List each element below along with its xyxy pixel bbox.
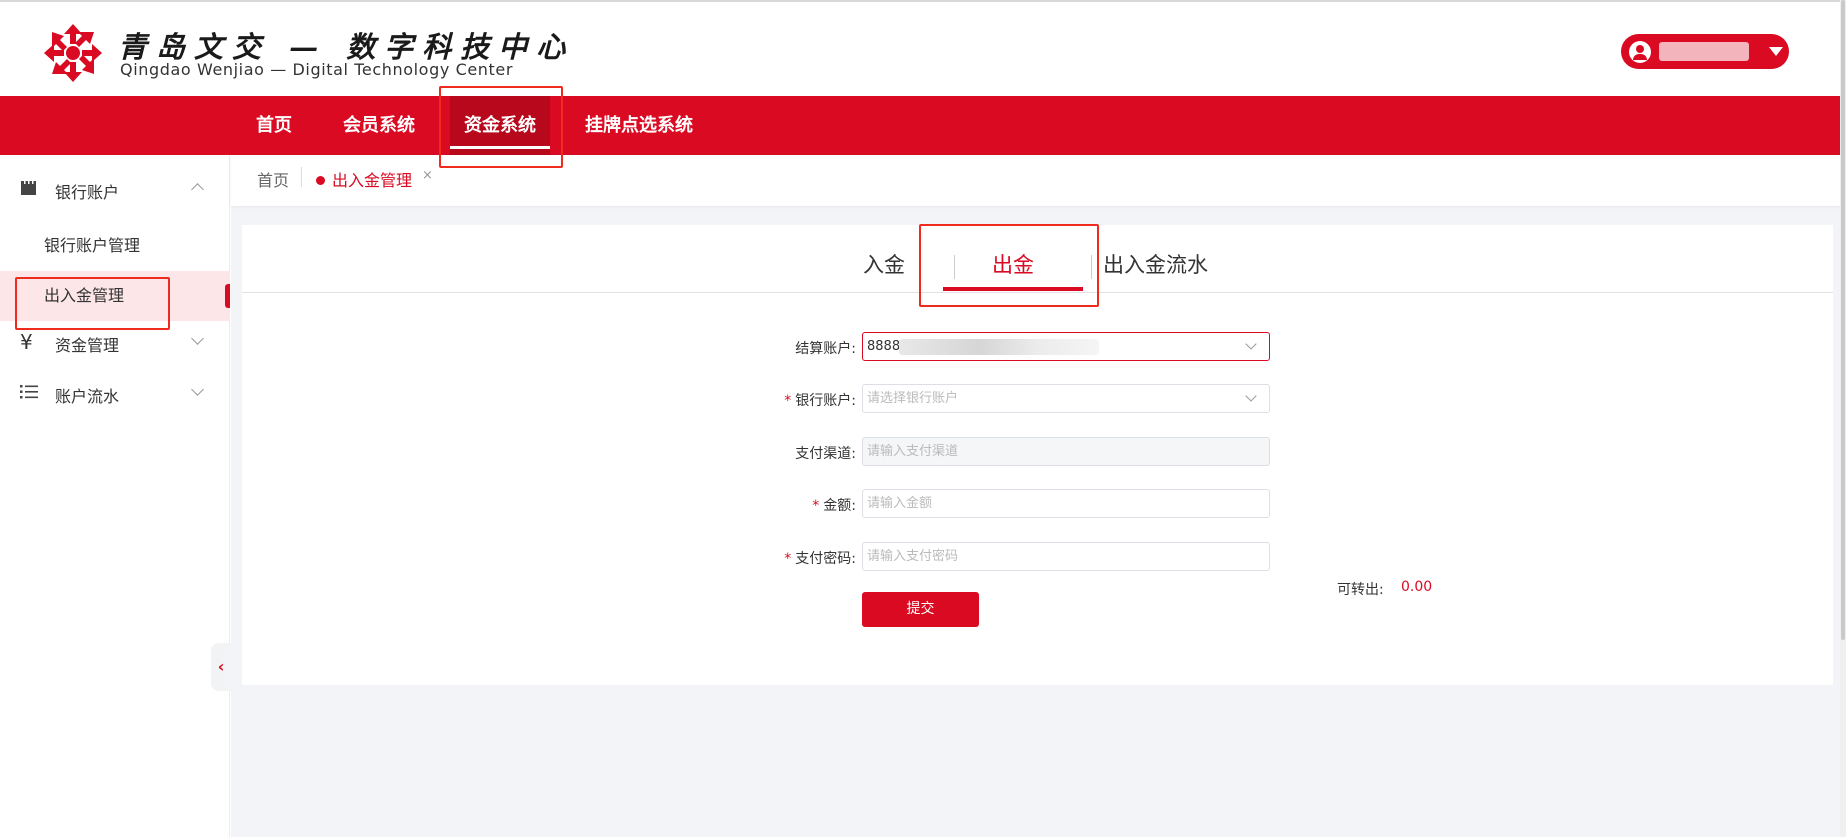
settlement-account-select[interactable]: 8888: [862, 332, 1270, 361]
chevron-down-icon: [191, 332, 204, 345]
bank-account-select[interactable]: 请选择银行账户: [862, 384, 1270, 413]
app-root: 青岛文交 — 数字科技中心 Qingdao Wenjiao — Digital …: [0, 0, 1846, 837]
tabs-bar: 入金 出金 出入金流水: [242, 225, 1833, 293]
active-tab-indicator: [943, 287, 1083, 291]
sidebar-item-deposit-withdraw-management[interactable]: 出入金管理: [0, 271, 230, 321]
settlement-account-value: 8888: [867, 339, 901, 354]
chevron-down-icon: [1245, 390, 1257, 402]
tag-divider: [301, 167, 302, 187]
caret-down-icon: [1769, 47, 1783, 56]
logo-icon: [44, 24, 102, 82]
tab-withdraw[interactable]: 出金: [992, 249, 1034, 279]
nav-item-member-system[interactable]: 会员系统: [343, 96, 415, 155]
redacted-account-number: [899, 339, 1099, 355]
payment-channel-label: 支付渠道:: [795, 446, 856, 462]
nav-item-home[interactable]: 首页: [256, 96, 292, 155]
pay-password-placeholder: 请输入支付密码: [867, 549, 959, 564]
form-card: 入金 出金 出入金流水 结算账户: 8888 * 银行账户: 请选择银行账户 支…: [242, 225, 1833, 685]
user-avatar-icon: [1629, 41, 1651, 63]
tab-divider: [954, 255, 955, 279]
amount-placeholder: 请输入金额: [867, 496, 933, 511]
submit-button[interactable]: 提交: [862, 592, 979, 627]
yen-icon: ¥: [20, 330, 33, 354]
pay-password-label: * 支付密码:: [784, 551, 856, 567]
available-label: 可转出:: [1337, 582, 1384, 598]
bank-icon: [21, 181, 36, 195]
chevron-left-icon: ‹: [217, 657, 225, 676]
available-value: 0.00: [1401, 579, 1433, 595]
tab-deposit-withdraw-flow[interactable]: 出入金流水: [1103, 249, 1208, 279]
chevron-down-icon: [191, 383, 204, 396]
required-mark: *: [784, 551, 792, 567]
list-icon: [20, 385, 38, 399]
chevron-up-icon: [191, 183, 204, 196]
top-header: 青岛文交 — 数字科技中心 Qingdao Wenjiao — Digital …: [0, 0, 1846, 96]
sidebar-group-label: 账户流水: [55, 387, 120, 406]
logo-title-en: Qingdao Wenjiao — Digital Technology Cen…: [120, 60, 514, 79]
amount-input[interactable]: 请输入金额: [862, 489, 1270, 518]
sidebar-group-label: 资金管理: [55, 336, 120, 355]
page-scrollbar[interactable]: [1840, 0, 1846, 837]
nav-item-funds-system[interactable]: 资金系统: [450, 96, 550, 155]
main-nav: 首页 会员系统 资金系统 挂牌点选系统: [0, 96, 1846, 155]
required-mark: *: [784, 393, 792, 409]
sidebar-group-account-flow[interactable]: 账户流水: [0, 372, 230, 412]
tab-deposit[interactable]: 入金: [863, 249, 905, 279]
payment-channel-placeholder: 请输入支付渠道: [867, 444, 959, 459]
amount-label: * 金额:: [812, 498, 856, 514]
nav-item-listing-system[interactable]: 挂牌点选系统: [585, 96, 693, 155]
collapse-sidebar-button[interactable]: ‹: [211, 643, 231, 691]
payment-channel-input: 请输入支付渠道: [862, 437, 1270, 466]
settlement-account-label: 结算账户:: [795, 341, 856, 357]
user-menu-button[interactable]: [1621, 34, 1789, 69]
bank-account-placeholder: 请选择银行账户: [867, 391, 959, 406]
tag-close-icon[interactable]: ×: [422, 168, 433, 183]
pay-password-input[interactable]: 请输入支付密码: [862, 542, 1270, 571]
sidebar-item-bank-account-management[interactable]: 银行账户管理: [0, 221, 230, 271]
user-name-redacted: [1659, 42, 1749, 61]
sidebar-group-bank-account[interactable]: 银行账户: [0, 168, 230, 208]
main-content: 首页 出入金管理 × 入金 出金 出入金流水 结算账户: 8888 * 银行账户…: [231, 155, 1846, 837]
chevron-down-icon: [1245, 338, 1257, 350]
tab-divider: [1091, 255, 1092, 279]
tags-bar: 首页 出入金管理 ×: [231, 155, 1846, 206]
required-mark: *: [812, 498, 820, 514]
sidebar: 银行账户 银行账户管理 出入金管理 ¥ 资金管理 账户流水 ‹: [0, 155, 231, 837]
tag-home[interactable]: 首页: [257, 167, 289, 191]
tag-deposit-withdraw-management[interactable]: 出入金管理: [332, 167, 412, 191]
sidebar-group-funds-management[interactable]: ¥ 资金管理: [0, 321, 230, 361]
sidebar-group-label: 银行账户: [55, 183, 120, 202]
active-tag-dot-icon: [316, 176, 325, 185]
bank-account-label: * 银行账户:: [784, 393, 856, 409]
